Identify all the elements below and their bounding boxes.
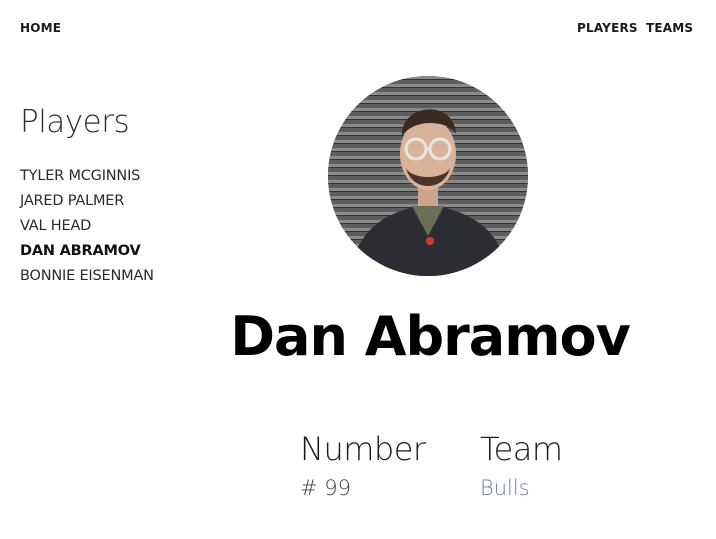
number-value: # 99 (300, 476, 351, 500)
nav-teams-link[interactable]: TEAMS (646, 21, 693, 35)
player-list: TYLER MCGINNIS JARED PALMER VAL HEAD DAN… (20, 164, 240, 289)
number-label: Number (300, 430, 426, 468)
player-list-item-jared-palmer[interactable]: JARED PALMER (20, 189, 240, 214)
player-photo (328, 76, 528, 276)
player-list-item-bonnie-eisenman[interactable]: BONNIE EISENMAN (20, 264, 240, 289)
player-list-item-tyler-mcginnis[interactable]: TYLER MCGINNIS (20, 164, 240, 189)
player-number-stat: Number # 99 (300, 428, 426, 504)
player-list-item-dan-abramov[interactable]: DAN ABRAMOV (20, 239, 240, 264)
player-list-item-val-head[interactable]: VAL HEAD (20, 214, 240, 239)
nav-players-link[interactable]: PLAYERS (577, 21, 638, 35)
top-nav: HOME PLAYERS TEAMS (0, 0, 716, 56)
player-avatar (328, 76, 528, 276)
team-link[interactable]: Bulls (480, 472, 563, 504)
players-sidebar: Players TYLER MCGINNIS JARED PALMER VAL … (20, 100, 240, 289)
team-label: Team (480, 430, 563, 468)
player-team-stat: Team Bulls (480, 428, 563, 504)
sidebar-title: Players (20, 104, 130, 140)
nav-home-link[interactable]: HOME (20, 21, 61, 35)
player-name-heading: Dan Abramov (230, 305, 631, 368)
